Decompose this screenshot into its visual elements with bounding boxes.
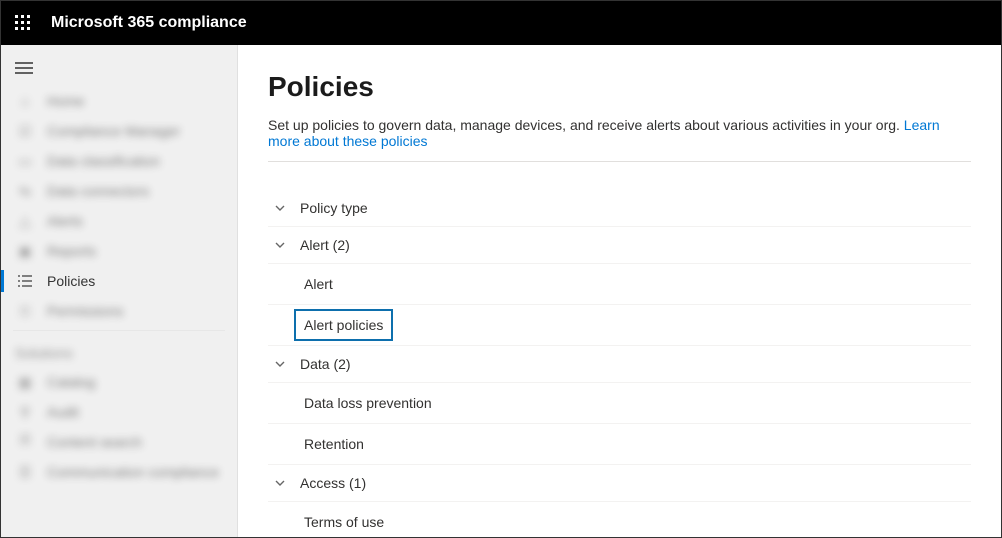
chart-icon: ▣ (17, 243, 33, 259)
sidebar-item-content-search[interactable]: 🗎 Content search (1, 427, 237, 457)
sidebar-item-label: Home (47, 93, 84, 109)
policy-item-terms-of-use[interactable]: Terms of use (268, 501, 971, 537)
sidebar-item-label: Reports (47, 243, 96, 259)
sidebar-item-communication-compliance[interactable]: ☰ Communication compliance (1, 457, 237, 487)
group-label: Alert (2) (300, 237, 350, 253)
sidebar-item-alerts[interactable]: △ Alerts (1, 206, 237, 236)
chevron-down-icon (274, 202, 286, 214)
policy-icon (17, 273, 33, 289)
search-icon: ⚲ (17, 404, 33, 420)
group-label: Data (2) (300, 356, 351, 372)
collapse-nav-icon[interactable] (1, 55, 237, 86)
brand-title: Microsoft 365 compliance (51, 14, 247, 32)
sidebar-item-label: Audit (47, 404, 79, 420)
sidebar-item-label: Compliance Manager (47, 123, 180, 139)
sidebar-item-label: Policies (47, 273, 95, 289)
sidebar-item-label: Content search (47, 434, 142, 450)
sidebar-item-home[interactable]: ⌂ Home (1, 86, 237, 116)
chevron-down-icon (274, 239, 286, 251)
sidebar-item-audit[interactable]: ⚲ Audit (1, 397, 237, 427)
policy-item-alert-policies[interactable]: Alert policies (268, 304, 971, 345)
divider (13, 330, 225, 331)
group-alert[interactable]: Alert (2) (268, 226, 971, 263)
sidebar-item-compliance-manager[interactable]: ☑ Compliance Manager (1, 116, 237, 146)
sidebar-item-label: Communication compliance (47, 464, 219, 480)
app-launcher-icon[interactable] (11, 11, 35, 35)
page-title: Policies (268, 71, 971, 103)
policy-item-dlp[interactable]: Data loss prevention (268, 382, 971, 423)
chevron-down-icon (274, 358, 286, 370)
sidebar-item-label: Alerts (47, 213, 83, 229)
policy-item-alert[interactable]: Alert (268, 263, 971, 304)
sidebar: ⌂ Home ☑ Compliance Manager ▭ Data classifi… (1, 45, 238, 537)
sidebar-item-data-connectors[interactable]: ⇆ Data connectors (1, 176, 237, 206)
group-access[interactable]: Access (1) (268, 464, 971, 501)
top-bar: Microsoft 365 compliance (1, 1, 1001, 45)
sidebar-item-label: Data classification (47, 153, 160, 169)
sidebar-item-label: Catalog (47, 374, 95, 390)
page-description: Set up policies to govern data, manage d… (268, 117, 971, 162)
chevron-down-icon (274, 477, 286, 489)
sidebar-item-reports[interactable]: ▣ Reports (1, 236, 237, 266)
main-content: Policies Set up policies to govern data,… (238, 45, 1001, 537)
sidebar-item-label: Data connectors (47, 183, 149, 199)
chat-icon: ☰ (17, 464, 33, 480)
group-label: Access (1) (300, 475, 366, 491)
sidebar-section-header: Solutions (1, 335, 237, 367)
home-icon: ⌂ (17, 93, 33, 109)
key-icon: ⚿ (17, 303, 33, 319)
sidebar-item-label: Permissions (47, 303, 123, 319)
shield-icon: ☑ (17, 123, 33, 139)
bell-icon: △ (17, 213, 33, 229)
sidebar-item-permissions[interactable]: ⚿ Permissions (1, 296, 237, 326)
group-label: Policy type (300, 200, 368, 216)
tag-icon: ▭ (17, 153, 33, 169)
plug-icon: ⇆ (17, 183, 33, 199)
policy-item-retention[interactable]: Retention (268, 423, 971, 464)
sidebar-item-catalog[interactable]: ▦ Catalog (1, 367, 237, 397)
sidebar-item-data-classification[interactable]: ▭ Data classification (1, 146, 237, 176)
grid-icon: ▦ (17, 374, 33, 390)
group-data[interactable]: Data (2) (268, 345, 971, 382)
sidebar-item-policies[interactable]: Policies (1, 266, 237, 296)
policy-type-header[interactable]: Policy type (268, 190, 971, 226)
doc-icon: 🗎 (17, 434, 33, 450)
